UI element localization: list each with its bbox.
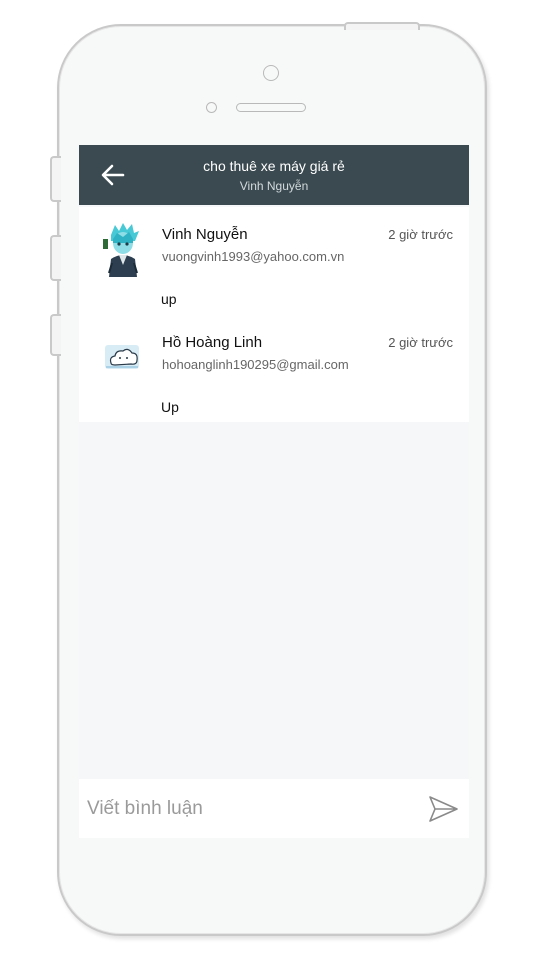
comment-input[interactable]	[85, 793, 419, 825]
comment-item: Hồ Hoàng Linh 2 giờ trước hohoanglinh190…	[79, 315, 469, 423]
avatar	[105, 345, 139, 369]
power-button	[344, 22, 420, 30]
comment-composer	[79, 779, 469, 838]
send-icon	[429, 796, 458, 822]
earpiece-speaker	[236, 103, 306, 112]
comment-text: up	[161, 291, 177, 307]
app-header: cho thuê xe máy giá rẻ Vinh Nguyễn	[79, 145, 469, 205]
comment-author-name: Vinh Nguyễn	[162, 226, 248, 243]
back-button[interactable]	[99, 161, 127, 189]
volume-up-button	[50, 235, 61, 281]
proximity-sensor	[206, 102, 217, 113]
comment-item: Vinh Nguyễn 2 giờ trước vuongvinh1993@ya…	[79, 207, 469, 315]
front-camera	[263, 65, 279, 81]
comment-author-email: hohoanglinh190295@gmail.com	[162, 357, 349, 372]
page-subtitle: Vinh Nguyễn	[239, 179, 309, 193]
avatar	[103, 221, 143, 277]
send-button[interactable]	[427, 793, 459, 825]
comment-author-email: vuongvinh1993@yahoo.com.vn	[162, 249, 345, 264]
comment-timestamp: 2 giờ trước	[388, 335, 453, 350]
comment-timestamp: 2 giờ trước	[388, 227, 453, 242]
comment-text: Up	[161, 399, 179, 415]
page-title: cho thuê xe máy giá rẻ	[203, 158, 345, 174]
comment-author-name: Hồ Hoàng Linh	[162, 334, 263, 351]
mute-switch	[50, 156, 61, 202]
volume-down-button	[50, 314, 61, 356]
app-screen: cho thuê xe máy giá rẻ Vinh Nguyễn Vinh …	[79, 145, 469, 838]
arrow-left-icon	[101, 164, 125, 186]
comment-list: Vinh Nguyễn 2 giờ trước vuongvinh1993@ya…	[79, 207, 469, 422]
